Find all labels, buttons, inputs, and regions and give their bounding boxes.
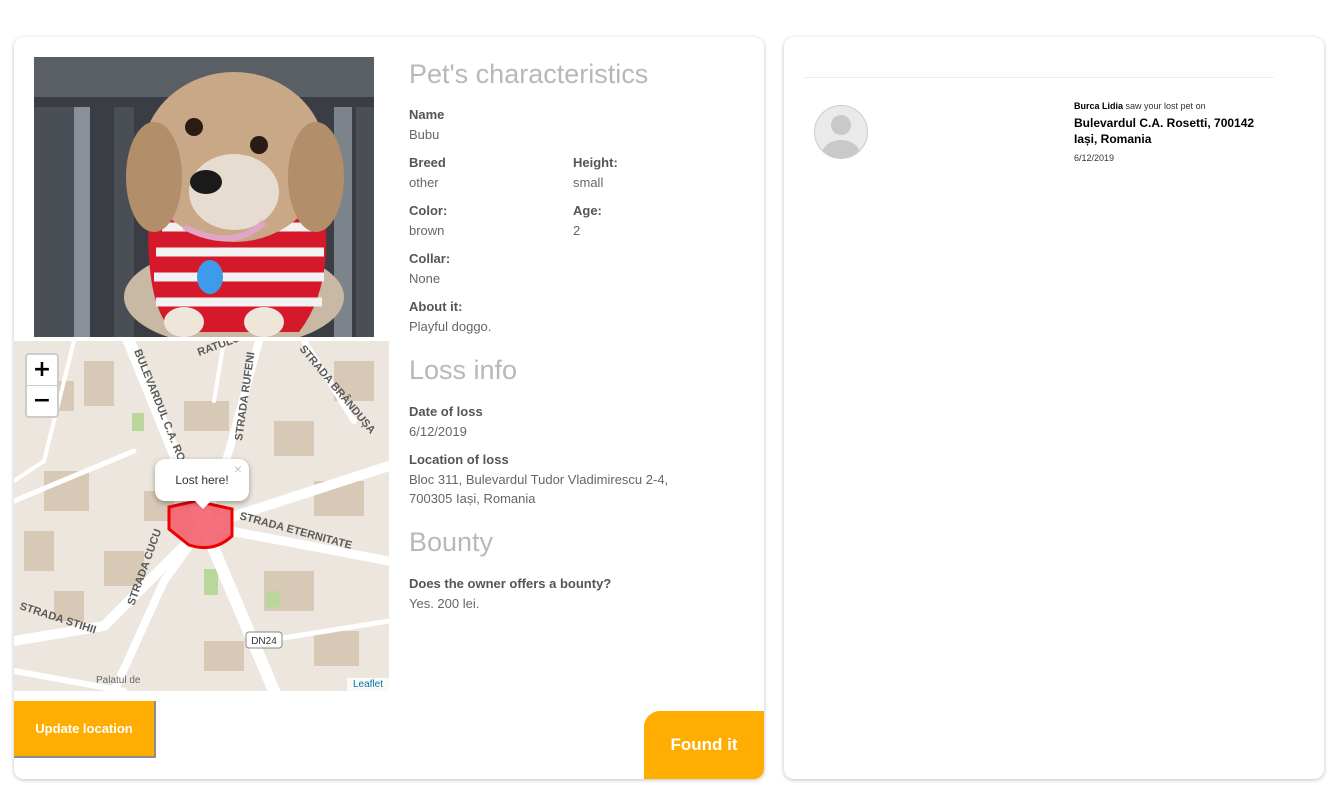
field-loss-date-value: 6/12/2019 <box>409 424 467 439</box>
map-popup: Lost here! × <box>155 459 249 501</box>
sighting-action-text: saw your lost pet on <box>1125 101 1206 111</box>
field-height-label: Height: <box>573 155 618 170</box>
field-loss-location-label: Location of loss <box>409 452 509 467</box>
field-age-value: 2 <box>573 223 581 238</box>
loss-info-title: Loss info <box>409 355 518 385</box>
field-name-label: Name <box>409 107 445 122</box>
road-shield-dn24: DN24 <box>251 636 277 647</box>
zoom-out-button[interactable]: − <box>27 385 57 416</box>
popup-close-icon[interactable]: × <box>234 461 242 477</box>
poi-label: Palatul de <box>96 675 141 686</box>
field-loss-location: Location of loss Bloc 311, Bulevardul Tu… <box>409 452 699 508</box>
field-height-value: small <box>573 175 604 190</box>
field-about-value: Playful doggo. <box>409 319 492 334</box>
field-collar-label: Collar: <box>409 251 451 266</box>
sighting-who: Burca Lidia saw your lost pet on <box>1074 101 1294 111</box>
field-color-label: Color: <box>409 203 448 218</box>
field-breed-value: other <box>409 175 439 190</box>
field-loss-date: Date of loss 6/12/2019 <box>409 404 483 441</box>
field-collar-value: None <box>409 271 441 286</box>
field-color: Color: brown <box>409 203 447 240</box>
sighting-date: 6/12/2019 <box>1074 153 1115 163</box>
field-age: Age: 2 <box>573 203 602 240</box>
map-tiles: BULEVARDUL C.A. ROSETTI STRADA RUFENI ST… <box>14 341 389 691</box>
avatar-icon <box>814 105 868 159</box>
map-attribution-link[interactable]: Leaflet <box>346 678 389 691</box>
field-age-label: Age: <box>573 203 602 218</box>
sighting-user: Burca Lidia <box>1074 101 1124 111</box>
field-name-value: Bubu <box>409 127 440 142</box>
field-height: Height: small <box>573 155 618 192</box>
zoom-in-button[interactable]: + <box>27 355 57 385</box>
pet-photo <box>34 57 374 337</box>
field-bounty-value: Yes. 200 lei. <box>409 596 480 611</box>
sighting-address: Bulevardul C.A. Rosetti, 700142 Iași, Ro… <box>1074 115 1294 147</box>
popup-tip <box>193 499 213 509</box>
field-breed-label: Breed <box>409 155 446 170</box>
characteristics-title: Pet's characteristics <box>409 59 649 89</box>
update-location-button[interactable]: Update location <box>14 701 156 758</box>
sightings-card: Burca Lidia saw your lost pet on Bulevar… <box>784 37 1324 779</box>
field-bounty-label: Does the owner offers a bounty? <box>409 576 612 591</box>
pet-details-card: BULEVARDUL C.A. ROSETTI STRADA RUFENI ST… <box>14 37 764 779</box>
found-it-button[interactable]: Found it <box>644 711 764 779</box>
field-collar: Collar: None <box>409 251 450 288</box>
field-loss-date-label: Date of loss <box>409 404 483 419</box>
map[interactable]: BULEVARDUL C.A. ROSETTI STRADA RUFENI ST… <box>14 341 389 691</box>
pet-info-panel: Pet's characteristics Name Bubu Breed ot… <box>409 59 739 611</box>
field-color-value: brown <box>409 223 445 238</box>
field-breed: Breed other <box>409 155 446 192</box>
sighting-address-line2: Iași, Romania <box>1074 132 1152 146</box>
field-about-label: About it: <box>409 299 463 314</box>
field-about: About it: Playful doggo. <box>409 299 491 336</box>
divider <box>804 77 1274 78</box>
field-name: Name Bubu <box>409 107 444 144</box>
field-bounty: Does the owner offers a bounty? Yes. 200… <box>409 576 611 613</box>
field-loss-location-value: Bloc 311, Bulevardul Tudor Vladimirescu … <box>409 472 669 506</box>
sighting-address-line1: Bulevardul C.A. Rosetti, 700142 <box>1074 116 1255 130</box>
sighting-meta: Burca Lidia saw your lost pet on Bulevar… <box>1074 101 1294 163</box>
bounty-title: Bounty <box>409 527 494 557</box>
zoom-control: + − <box>25 353 59 418</box>
